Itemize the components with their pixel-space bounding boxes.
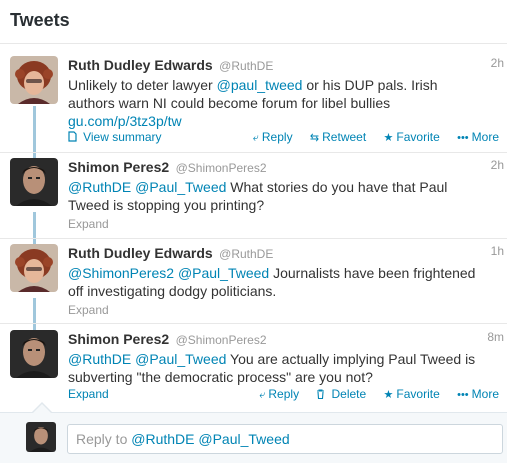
tweet-text-segment: Unlikely to deter lawyer (68, 77, 217, 93)
avatar[interactable] (10, 330, 58, 378)
avatar (26, 422, 56, 452)
expand-link[interactable]: Expand (68, 216, 109, 232)
expand-link[interactable]: Expand (68, 302, 109, 318)
tweet-author-handle[interactable]: @ShimonPeres2 (176, 161, 267, 175)
reply-arrow-icon: ⤶ (259, 389, 266, 401)
tweet-timestamp[interactable]: 2h (491, 158, 504, 172)
delete-button[interactable]: Delete (316, 387, 366, 401)
favorite-button[interactable]: ★ Favorite (384, 387, 440, 401)
mention-link[interactable]: @Paul_Tweed (135, 179, 226, 195)
more-button[interactable]: ••• More (457, 130, 499, 144)
tweet-timestamp[interactable]: 8m (487, 330, 504, 344)
mention-link[interactable]: @RuthDE (68, 351, 131, 367)
tweet-text: @RuthDE @Paul_Tweed You are actually imp… (68, 350, 507, 386)
mention-link[interactable]: @ShimonPeres2 (68, 265, 174, 281)
reply-button[interactable]: ⤶ Reply (253, 130, 293, 144)
expand-link[interactable]: Expand (68, 386, 109, 402)
reply-label: Reply (261, 130, 293, 144)
view-summary-link[interactable]: View summary (68, 129, 162, 146)
star-icon: ★ (383, 389, 394, 401)
more-label: More (471, 387, 499, 401)
avatar[interactable] (10, 244, 58, 292)
tweet-item[interactable]: Ruth Dudley Edwards @RuthDE 2h Unlikely … (0, 56, 507, 152)
tweet-author-name[interactable]: Shimon Peres2 (68, 159, 169, 175)
reply-mention: @RuthDE (131, 431, 195, 447)
delete-label: Delete (331, 387, 367, 401)
tweet-text: Unlikely to deter lawyer @paul_tweed or … (68, 76, 507, 130)
divider (0, 323, 507, 324)
reply-button[interactable]: ⤶ Reply (259, 387, 299, 401)
url-link[interactable]: gu.com/p/3tz3p/tw (68, 113, 182, 129)
tweet-author-handle[interactable]: @RuthDE (219, 247, 273, 261)
tweet-author-name[interactable]: Shimon Peres2 (68, 331, 169, 347)
more-label: More (471, 130, 499, 144)
reply-input[interactable]: Reply to @RuthDE @Paul_Tweed (67, 424, 503, 454)
more-button[interactable]: ••• More (457, 387, 499, 401)
tweet-author-name[interactable]: Ruth Dudley Edwards (68, 57, 213, 73)
tweet-item[interactable]: Shimon Peres2 @ShimonPeres2 2h @RuthDE @… (0, 158, 507, 238)
avatar[interactable] (10, 158, 58, 206)
avatar[interactable] (10, 56, 58, 104)
ellipsis-icon: ••• (457, 389, 469, 401)
view-summary-label: View summary (83, 130, 162, 144)
tweet-author-handle[interactable]: @RuthDE (219, 59, 273, 73)
reply-arrow-icon: ⤶ (252, 132, 259, 144)
ellipsis-icon: ••• (457, 132, 469, 144)
tweet-timestamp[interactable]: 2h (491, 56, 504, 70)
tweet-item[interactable]: Shimon Peres2 @ShimonPeres2 8m @RuthDE @… (0, 330, 507, 406)
divider (0, 238, 507, 239)
favorite-label: Favorite (396, 387, 440, 401)
retweet-button[interactable]: ⇆ Retweet (310, 130, 366, 144)
reply-label: Reply (268, 387, 300, 401)
timeline-header: Tweets (0, 0, 507, 44)
mention-link[interactable]: @paul_tweed (217, 77, 303, 93)
tweet-timestamp[interactable]: 1h (491, 244, 504, 258)
star-icon: ★ (383, 132, 394, 144)
tweet-author-handle[interactable]: @ShimonPeres2 (176, 333, 267, 347)
reply-caret-inner (33, 404, 51, 413)
page-title: Tweets (10, 10, 70, 30)
reply-mention: @Paul_Tweed (198, 431, 290, 447)
retweet-label: Retweet (322, 130, 367, 144)
mention-link[interactable]: @RuthDE (68, 179, 131, 195)
mention-link[interactable]: @Paul_Tweed (135, 351, 226, 367)
favorite-label: Favorite (396, 130, 440, 144)
tweet-text: @RuthDE @Paul_Tweed What stories do you … (68, 178, 507, 214)
reply-box: Reply to @RuthDE @Paul_Tweed (0, 412, 507, 463)
document-icon (68, 131, 80, 144)
tweet-text: @ShimonPeres2 @Paul_Tweed Journalists ha… (68, 264, 507, 300)
retweet-icon: ⇆ (309, 132, 320, 144)
tweet-author-name[interactable]: Ruth Dudley Edwards (68, 245, 213, 261)
reply-prefix: Reply to (76, 431, 132, 447)
tweet-item[interactable]: Ruth Dudley Edwards @RuthDE 1h @ShimonPe… (0, 244, 507, 324)
divider (0, 152, 507, 153)
mention-link[interactable]: @Paul_Tweed (178, 265, 269, 281)
trash-icon (316, 389, 328, 401)
favorite-button[interactable]: ★ Favorite (384, 130, 440, 144)
